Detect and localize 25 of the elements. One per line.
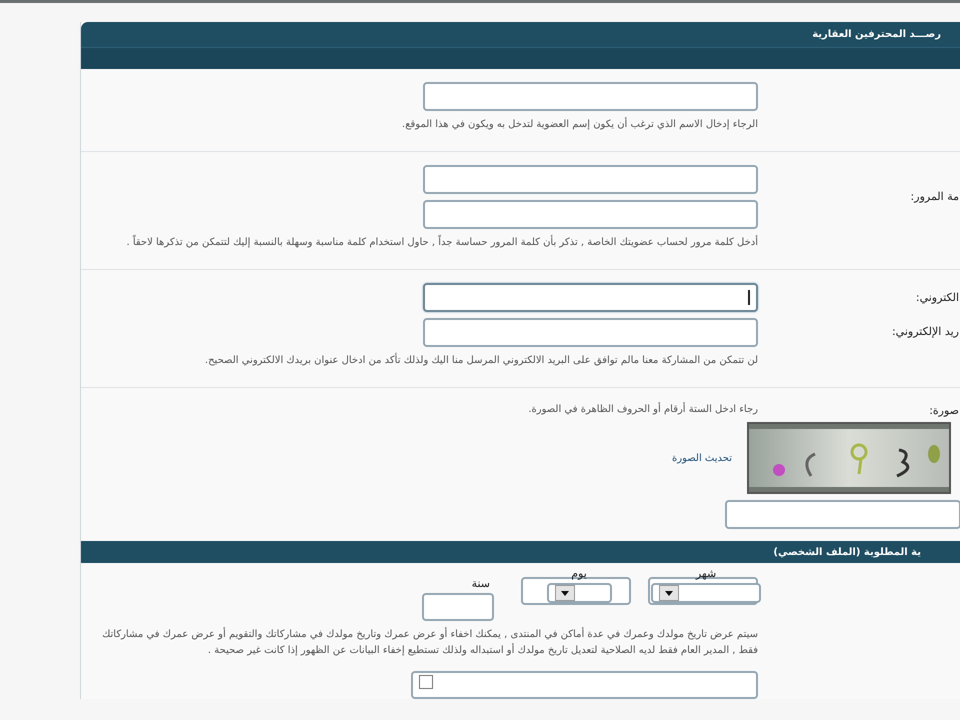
dropdown[interactable] xyxy=(546,583,612,603)
hint-text: أدخل كلمة مرور لحساب عضويتك الخاصة , تذكر بأن كلمة المرور حساسة جداً , حاول استخدام كلمة مناسبة وسهلة بالنسبة إليك لتتمكن من تذكرها لاحقاً . xyxy=(98,235,758,251)
hint-text: الرجاء إدخال الاسم الذي ترغب أن يكون إسم العضوية لتدخل به ويكون في هذا الموقع. xyxy=(401,117,758,132)
refresh-image-link[interactable]: تحديث الصورة xyxy=(672,452,732,464)
checkbox[interactable] xyxy=(419,675,433,689)
field-label: ريد الإلكتروني: xyxy=(892,324,959,338)
date-label: شهر xyxy=(694,567,718,580)
hint-text: رجاء ادخل الستة أرقام أو الحروف الظاهرة في الصورة. xyxy=(527,402,758,417)
input-field[interactable] xyxy=(725,500,960,529)
input-field[interactable] xyxy=(422,593,494,621)
hint-text: سيتم عرض تاريخ مولدك وعمرك في عدة أماكن في المنتدى , يمكنك اخفاء أو عرض عمرك وتاريخ مولدك في مشاركاتك والتقويم أو عرض عمرك في مشاركاتك فقط , المدير العام فقط لديه الصلاحية لتعديل تاريخ مولدك أو استبداله ولذلك تستطيع إخفاء البيانات عن الظهور إذا كانت غير صحيحة . xyxy=(101,627,758,658)
input-field[interactable] xyxy=(423,165,758,194)
field-label: الكتروني: xyxy=(916,290,959,304)
panel-title: رصـــد المحترفين العقارية xyxy=(812,29,941,40)
input-field[interactable] xyxy=(423,200,758,229)
field-label: مة المرور: xyxy=(910,190,959,202)
input-field[interactable] xyxy=(423,283,758,312)
section-title: ية المطلوبة (الملف الشخصي) xyxy=(773,546,921,558)
date-label: يوم xyxy=(570,567,588,580)
date-label: سنة xyxy=(470,577,491,590)
field-label: صورة: xyxy=(928,404,959,417)
input-field[interactable] xyxy=(423,318,758,347)
hint-text: لن تتمكن من المشاركة معنا مالم توافق على البريد الالكتروني المرسل منا اليك ولذلك تأكد من ادخال عنوان بريدك الالكتروني الصحيح. xyxy=(98,353,758,369)
input-field[interactable] xyxy=(423,82,758,111)
dropdown[interactable] xyxy=(651,583,761,603)
